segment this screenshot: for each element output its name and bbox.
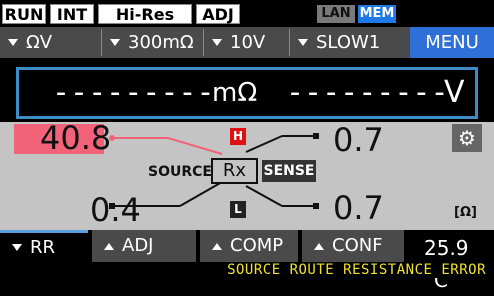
rx-label: Rx [211, 158, 258, 184]
tab-label: RR [30, 236, 56, 258]
mem-indicator: MEM [358, 5, 396, 23]
lan-indicator: LAN [317, 5, 355, 23]
source-low-value: 0.4 [90, 191, 141, 229]
sense-low-value: 0.7 [333, 189, 384, 227]
source-high-value: 40.8 [40, 119, 112, 157]
tab-open-icon [12, 244, 22, 251]
gear-icon: ⚙ [458, 126, 476, 150]
resistance-range-selector[interactable]: 300mΩ [102, 27, 202, 58]
tab-label: CONF [332, 235, 383, 256]
source-high-wire [112, 137, 223, 155]
speed-label: SLOW1 [316, 32, 381, 53]
tab-collapsed-icon [314, 242, 324, 250]
run-badge: RUN [2, 4, 46, 24]
sense-low-terminal [313, 203, 319, 209]
dropdown-icon [212, 39, 222, 46]
dropdown-icon [8, 39, 18, 46]
dropdown-icon [298, 39, 308, 46]
tab-conf[interactable]: CONF [302, 230, 404, 262]
sense-low-wire [245, 185, 315, 207]
tab-collapsed-icon [104, 242, 114, 250]
high-terminal-badge: H [230, 128, 246, 145]
function-selector[interactable]: ΩV [0, 27, 100, 58]
sense-label: SENSE [262, 160, 316, 182]
low-terminal-badge: L [230, 201, 246, 218]
dropdown-icon [110, 39, 120, 46]
hi-res-badge: Hi-Res [98, 4, 192, 24]
tab-label: ADJ [122, 235, 154, 256]
tab-label: COMP [230, 235, 284, 256]
voltage-value: --------- [286, 75, 449, 110]
voltage-range-label: 10V [230, 32, 266, 53]
adj-badge: ADJ [196, 4, 240, 24]
voltage-unit: V [444, 75, 465, 110]
speed-selector[interactable]: SLOW1 [290, 27, 408, 58]
resistance-unit: mΩ [212, 78, 258, 108]
function-label: ΩV [26, 32, 53, 53]
sense-high-value: 0.7 [333, 121, 384, 159]
sense-high-terminal [313, 133, 319, 139]
tab-rr[interactable]: RR [0, 230, 88, 262]
resistance-value: --------- [52, 75, 215, 110]
sense-high-wire [245, 135, 315, 153]
voltage-range-selector[interactable]: 10V [204, 27, 288, 58]
int-badge: INT [50, 4, 94, 24]
unit-label: [Ω] [454, 205, 477, 220]
settings-button[interactable]: ⚙ [452, 124, 482, 152]
tab-comp[interactable]: COMP [200, 230, 298, 262]
tab-collapsed-icon [212, 242, 222, 250]
error-message: SOURCE ROUTE RESISTANCE ERROR [227, 262, 486, 278]
resistance-range-label: 300mΩ [128, 32, 194, 53]
source-label: SOURCE [148, 164, 212, 180]
menu-button[interactable]: MENU [410, 27, 494, 58]
tab-adj[interactable]: ADJ [92, 230, 196, 262]
